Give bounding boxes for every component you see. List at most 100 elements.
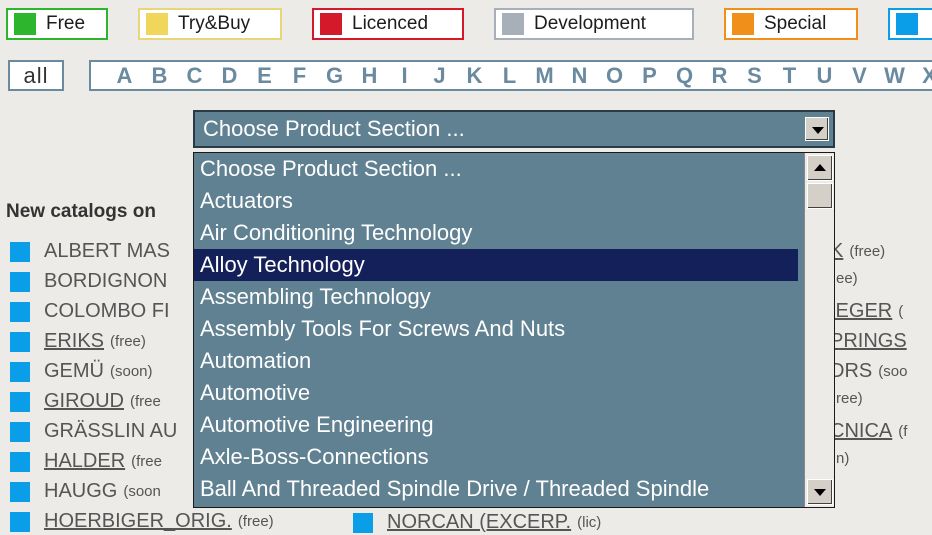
letter-link[interactable]: I xyxy=(387,63,422,89)
letter-link[interactable]: W xyxy=(877,63,912,89)
catalog-name[interactable]: ERIKS xyxy=(44,330,104,353)
catalog-status: (soon xyxy=(123,483,161,500)
catalog-status: ( xyxy=(898,303,904,320)
dropdown-option[interactable]: Automation xyxy=(194,345,798,377)
letter-link[interactable]: D xyxy=(212,63,247,89)
catalog-name[interactable]: CNICA xyxy=(830,420,892,443)
new-catalog-icon xyxy=(10,511,30,532)
dropdown-option[interactable]: Air Conditioning Technology xyxy=(194,217,798,249)
catalog-item[interactable]: DRS (soo xyxy=(830,360,907,383)
catalog-item[interactable]: HOERBIGER_ORIG. (free) xyxy=(10,510,274,533)
letter-link[interactable]: U xyxy=(807,63,842,89)
catalog-name[interactable]: IEGER xyxy=(830,300,892,323)
letter-link[interactable]: G xyxy=(317,63,352,89)
catalog-item[interactable]: HALDER (free xyxy=(10,450,162,473)
catalog-status: (free) xyxy=(110,333,146,350)
letter-link[interactable]: X xyxy=(912,63,932,89)
letter-link[interactable]: F xyxy=(282,63,317,89)
catalog-item[interactable]: COLOMBO FI xyxy=(10,300,176,323)
dropdown-scrollbar[interactable] xyxy=(804,153,834,507)
catalog-name: DRS xyxy=(830,360,873,382)
catalog-status: (lic) xyxy=(577,514,602,531)
legend-new xyxy=(888,8,932,40)
catalog-name: HAUGG xyxy=(44,480,118,502)
scrollbar-thumb[interactable] xyxy=(807,183,833,209)
letter-link[interactable]: P xyxy=(632,63,667,89)
product-section-dropdown[interactable]: Choose Product Section ... Actuators Air C… xyxy=(193,152,835,508)
new-catalog-icon xyxy=(10,421,30,442)
new-catalog-icon xyxy=(10,301,30,322)
scroll-down-icon[interactable] xyxy=(807,479,833,505)
letter-link[interactable]: H xyxy=(352,63,387,89)
catalog-name: COLOMBO FI xyxy=(44,300,170,322)
letter-link[interactable]: Q xyxy=(667,63,702,89)
letter-link[interactable]: A xyxy=(107,63,142,89)
letter-link[interactable]: M xyxy=(527,63,562,89)
catalog-item[interactable]: ALBERT MAS xyxy=(10,240,176,263)
catalog-name[interactable]: HALDER xyxy=(44,450,125,473)
catalog-item[interactable]: GEMÜ (soon) xyxy=(10,360,153,383)
catalog-name[interactable]: NORCAN (EXCERP. xyxy=(387,511,571,534)
catalog-item[interactable]: BORDIGNON xyxy=(10,270,173,293)
special-swatch xyxy=(732,13,754,35)
legend-label: Try&Buy xyxy=(178,13,251,34)
catalog-status: (free xyxy=(131,453,162,470)
legend-free: Free xyxy=(6,8,108,40)
product-section-select[interactable]: Choose Product Section ... xyxy=(193,110,835,148)
catalog-item[interactable]: GIROUD (free xyxy=(10,390,161,413)
dropdown-option[interactable]: Actuators xyxy=(194,185,798,217)
legend-label: Licenced xyxy=(352,13,429,34)
letter-link[interactable]: S xyxy=(737,63,772,89)
catalog-status: (f xyxy=(898,423,908,440)
legend-label: Development xyxy=(534,13,646,34)
catalog-item-norcan[interactable]: NORCAN (EXCERP. (lic) xyxy=(353,511,601,534)
letter-link[interactable]: R xyxy=(702,63,737,89)
dropdown-option[interactable]: Choose Product Section ... xyxy=(194,153,798,185)
dropdown-option[interactable]: Automotive Engineering xyxy=(194,409,798,441)
legend-label: Special xyxy=(764,13,827,34)
new-catalog-icon xyxy=(10,271,30,292)
catalog-name: GEMÜ xyxy=(44,360,104,382)
catalog-item[interactable]: PRINGS xyxy=(830,330,913,353)
dropdown-option[interactable]: Assembling Technology xyxy=(194,281,798,313)
catalog-name[interactable]: GIROUD xyxy=(44,390,124,413)
catalog-item[interactable]: CNICA (f xyxy=(830,420,907,443)
development-swatch xyxy=(502,13,524,35)
letter-link[interactable]: T xyxy=(772,63,807,89)
new-catalog-icon xyxy=(10,241,30,262)
legend-licenced: Licenced xyxy=(312,8,464,40)
letter-link[interactable]: L xyxy=(492,63,527,89)
catalog-item[interactable]: IEGER ( xyxy=(830,300,903,323)
dropdown-option[interactable]: Assembly Tools For Screws And Nuts xyxy=(194,313,798,345)
catalog-status: (free) xyxy=(849,243,886,260)
catalog-name[interactable]: PRINGS xyxy=(830,330,907,353)
dropdown-option[interactable]: Automotive xyxy=(194,377,798,409)
chevron-down-icon[interactable] xyxy=(805,117,829,141)
catalog-item[interactable]: HAUGG (soon xyxy=(10,480,161,503)
catalog-name: BORDIGNON xyxy=(44,270,168,292)
all-letters-button[interactable]: all xyxy=(8,60,64,91)
catalog-name[interactable]: HOERBIGER_ORIG. xyxy=(44,510,232,533)
select-value: Choose Product Section ... xyxy=(203,116,465,141)
letter-link[interactable]: V xyxy=(842,63,877,89)
catalog-item[interactable]: K (free) xyxy=(830,240,885,263)
scroll-up-icon[interactable] xyxy=(807,155,833,181)
licenced-swatch xyxy=(320,13,342,35)
letter-link[interactable]: B xyxy=(142,63,177,89)
catalog-status: ree) xyxy=(836,390,863,407)
catalog-name: GRÄSSLIN AU xyxy=(44,420,178,442)
letter-link[interactable]: K xyxy=(457,63,492,89)
new-catalog-icon xyxy=(10,361,30,382)
catalog-status: (soon) xyxy=(110,363,153,380)
new-catalog-icon xyxy=(10,451,30,472)
catalog-item[interactable]: GRÄSSLIN AU xyxy=(10,420,183,443)
dropdown-option[interactable]: Ball And Threaded Spindle Drive / Thread… xyxy=(194,473,798,505)
letter-link[interactable]: O xyxy=(597,63,632,89)
letter-link[interactable]: J xyxy=(422,63,457,89)
dropdown-option[interactable]: Axle-Boss-Connections xyxy=(194,441,798,473)
catalog-item[interactable]: ERIKS (free) xyxy=(10,330,146,353)
dropdown-option[interactable]: Alloy Technology xyxy=(194,249,798,281)
letter-link[interactable]: C xyxy=(177,63,212,89)
letter-link[interactable]: E xyxy=(247,63,282,89)
letter-link[interactable]: N xyxy=(562,63,597,89)
